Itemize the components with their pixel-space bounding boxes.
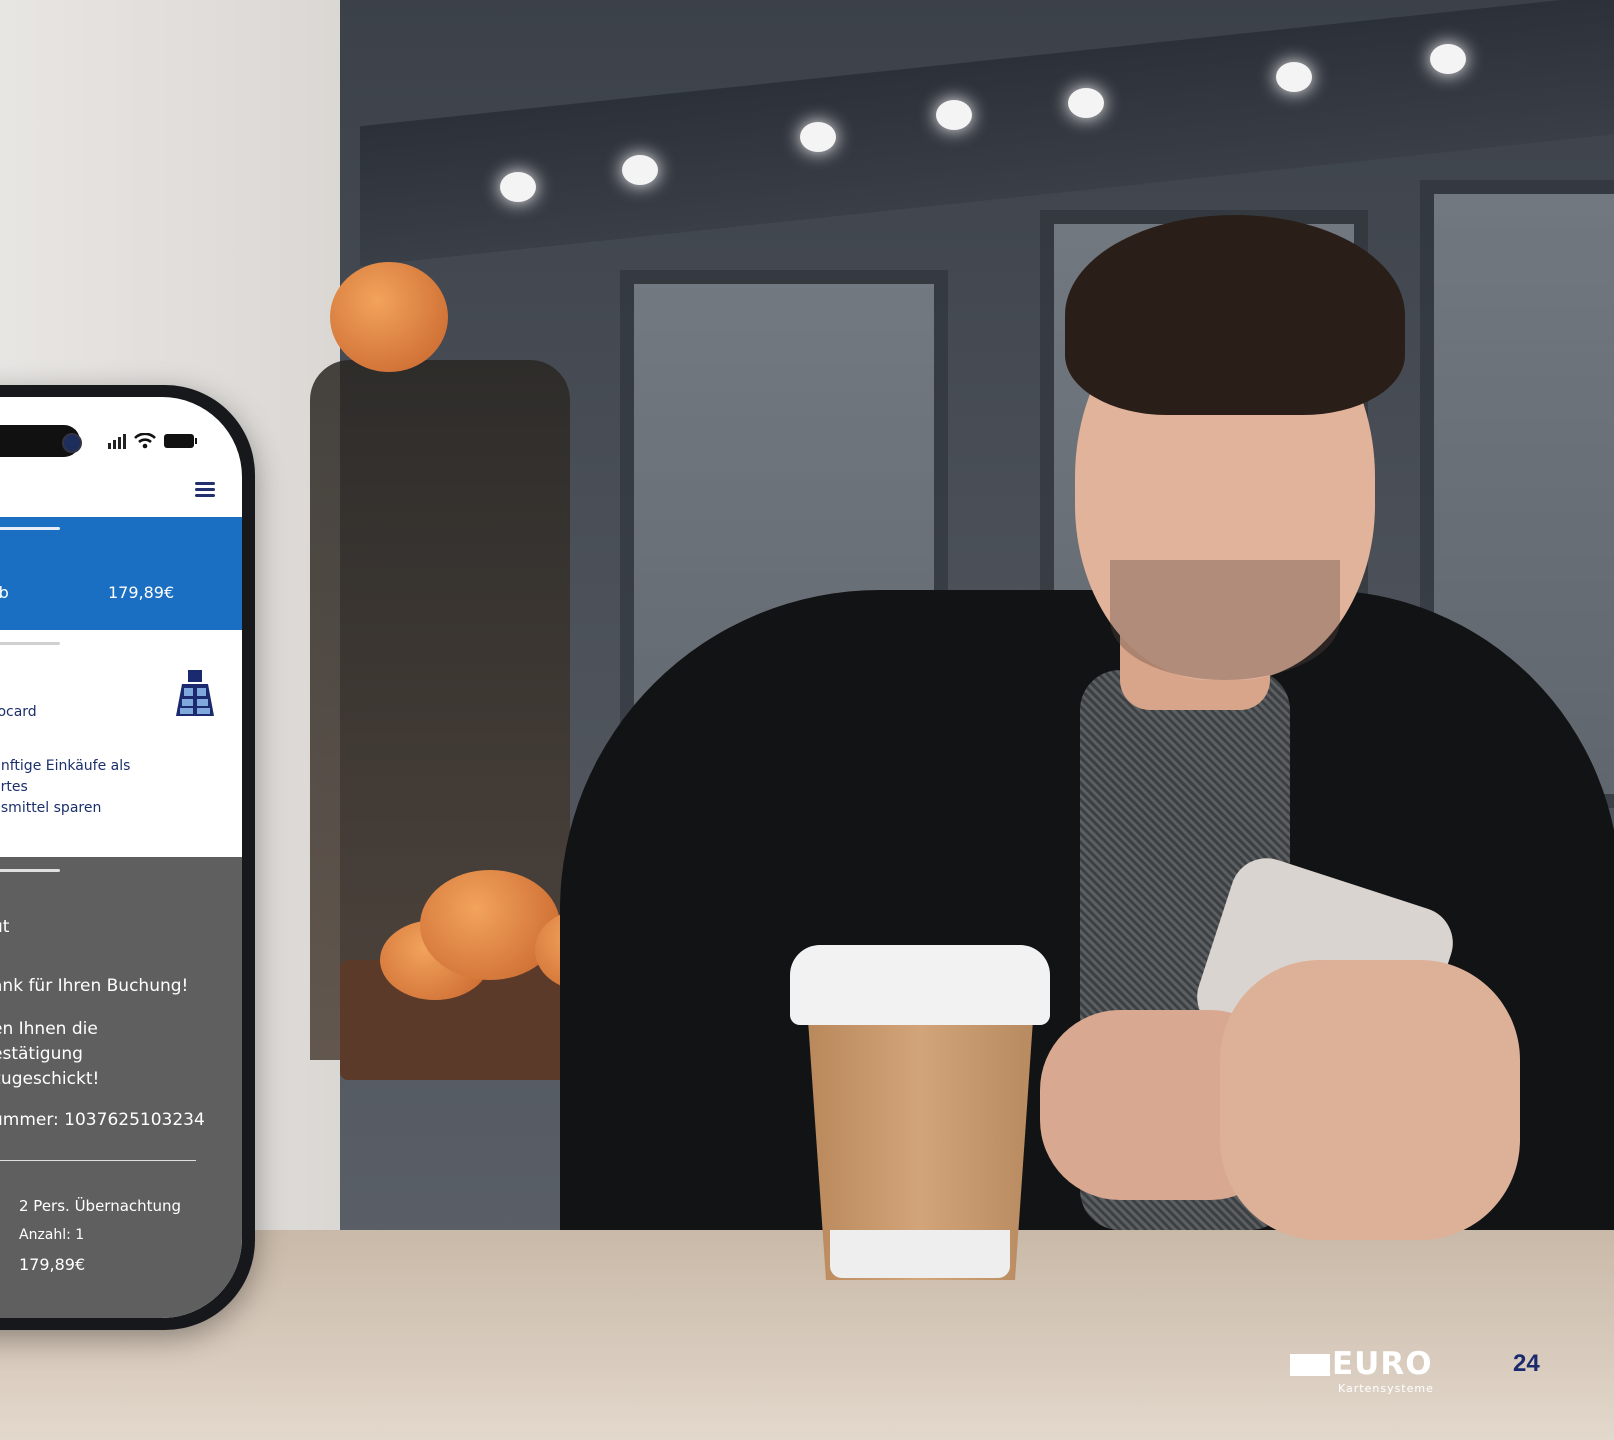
- camera-icon: [62, 433, 82, 453]
- string-light: [1276, 62, 1312, 92]
- cart-label: rb: [0, 583, 9, 602]
- logo-block: [1290, 1354, 1330, 1376]
- man-hair: [1065, 215, 1405, 415]
- logo-word: EURO: [1332, 1346, 1433, 1382]
- item-quantity: Anzahl: 1: [19, 1227, 85, 1243]
- order-number: ummer: 1037625103234: [0, 1110, 205, 1130]
- string-light: [622, 155, 658, 185]
- pumpkin: [330, 262, 448, 372]
- payment-section: rocard ünftige Einkäufe als ertes gsmitt…: [0, 630, 242, 857]
- hand: [1220, 960, 1520, 1240]
- coffee-cup-lid: [790, 945, 1050, 1025]
- page-number: 24: [1513, 1350, 1540, 1377]
- payment-method-label[interactable]: rocard: [0, 704, 37, 720]
- divider: [0, 1160, 196, 1161]
- man-beard: [1110, 560, 1340, 680]
- item-name: 2 Pers. Übernachtung: [19, 1197, 182, 1215]
- string-light: [1068, 88, 1104, 118]
- battery-icon: [164, 434, 197, 448]
- coffee-cup-bottom: [830, 1230, 1010, 1278]
- section-divider: [0, 642, 60, 645]
- wifi-icon: [134, 433, 156, 449]
- menu-icon[interactable]: [195, 479, 215, 500]
- thanks-message: ank für Ihren Buchung!: [0, 976, 189, 996]
- phone-screen: rb 179,89€ rocard ünftige Einkäufe als e…: [0, 397, 242, 1318]
- string-light: [1430, 44, 1466, 74]
- string-light: [800, 122, 836, 152]
- confirmation-text: en Ihnen die estätigung zugeschickt!: [0, 1019, 100, 1089]
- logo-subtitle: Kartensysteme: [1338, 1382, 1434, 1395]
- item-price: 179,89€: [19, 1255, 86, 1274]
- confirmation-section: ut ank für Ihren Buchung! en Ihnen die e…: [0, 857, 242, 1318]
- cart-section: rb 179,89€: [0, 517, 242, 630]
- cart-price: 179,89€: [108, 583, 175, 602]
- string-light: [500, 172, 536, 202]
- section-divider: [0, 527, 60, 530]
- girocard-icon: [176, 670, 214, 716]
- status-bar: [108, 431, 197, 451]
- save-payment-note: ünftige Einkäufe als ertes gsmittel spar…: [0, 758, 131, 816]
- confirmation-title: ut: [0, 917, 10, 937]
- euro-kartensysteme-logo: EURO Kartensysteme: [1290, 1346, 1462, 1396]
- string-light: [936, 100, 972, 130]
- phone-mockup: rb 179,89€ rocard ünftige Einkäufe als e…: [0, 385, 255, 1330]
- signal-icon: [108, 433, 126, 449]
- section-divider: [0, 869, 60, 872]
